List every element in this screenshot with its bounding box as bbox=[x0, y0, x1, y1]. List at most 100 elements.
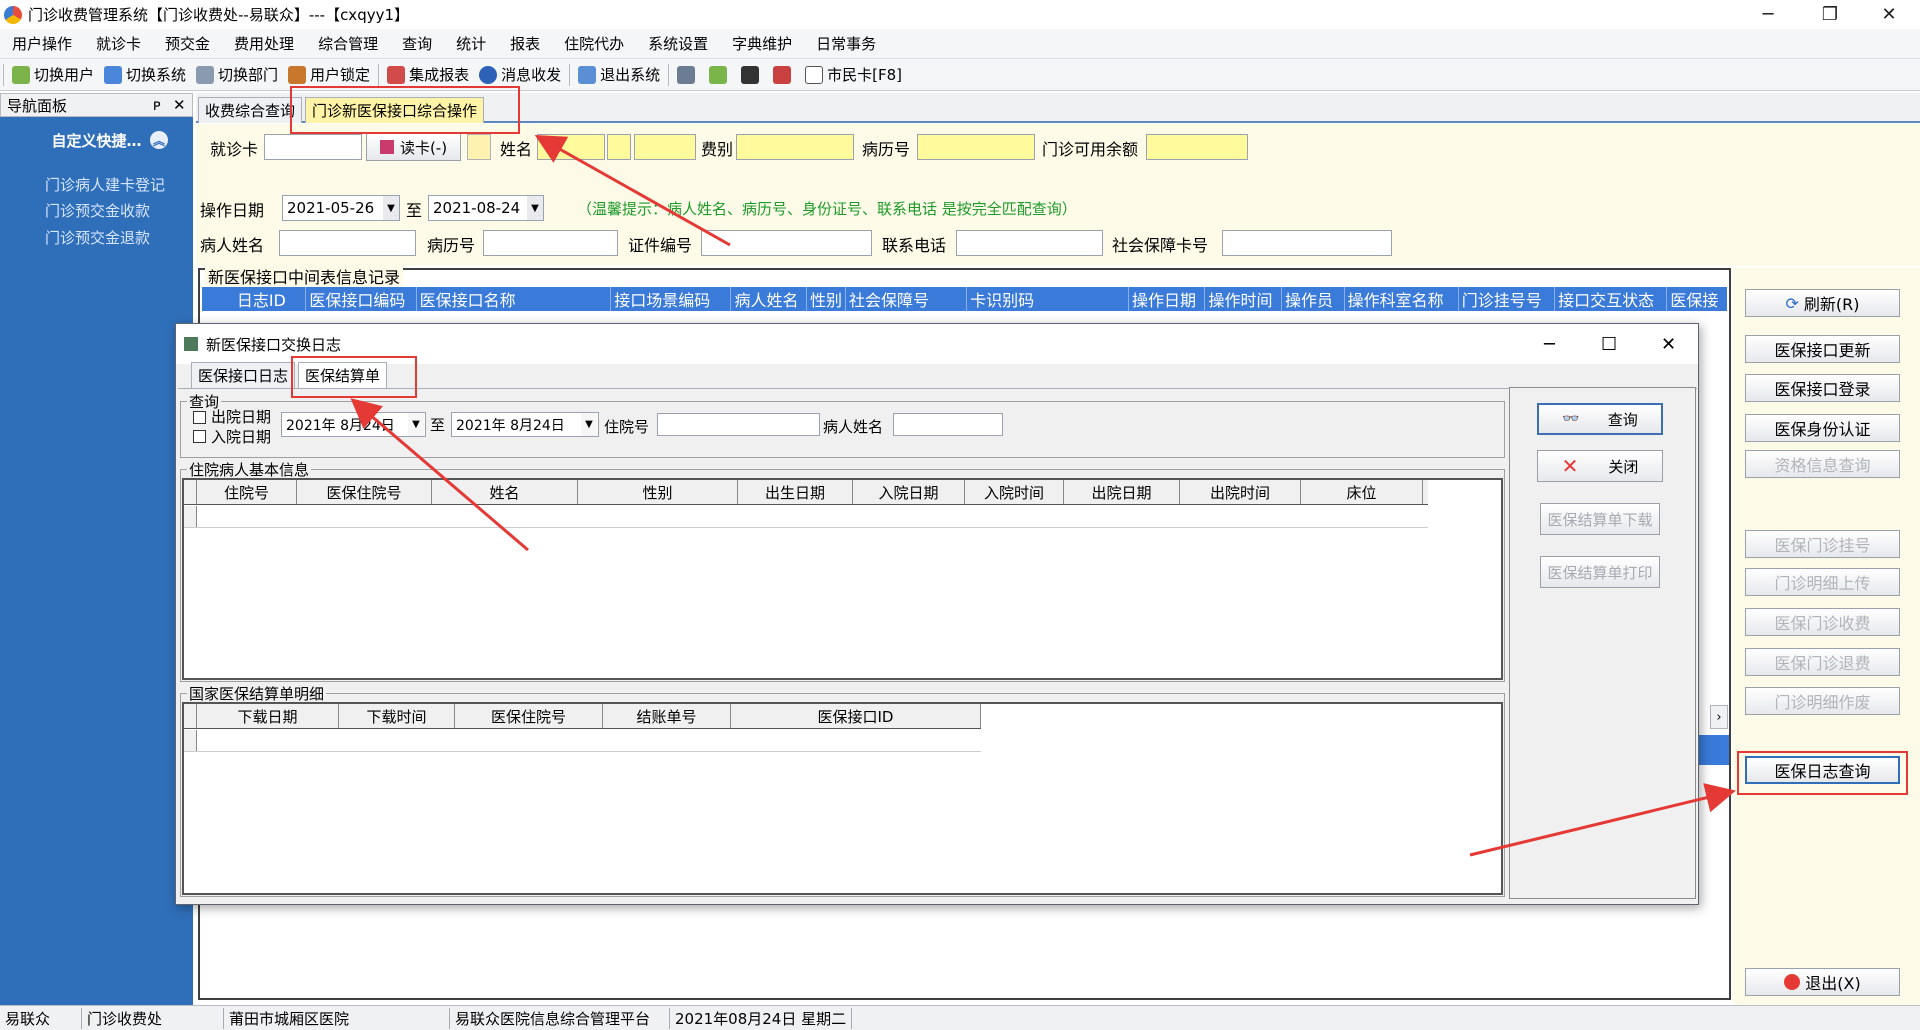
outpatient-register-button[interactable]: 医保门诊挂号 bbox=[1745, 530, 1900, 558]
menu-user-ops[interactable]: 用户操作 bbox=[0, 33, 84, 54]
nav-close-icon[interactable]: ✕ bbox=[173, 96, 186, 114]
outpatient-charge-button[interactable]: 医保门诊收费 bbox=[1745, 608, 1900, 636]
detail-empty-row[interactable] bbox=[184, 730, 981, 752]
switch-dept-button[interactable]: 切换部门 bbox=[191, 64, 283, 85]
basic-col-birth-date[interactable]: 出生日期 bbox=[738, 480, 853, 504]
discharge-date-checkbox[interactable] bbox=[193, 411, 206, 424]
settlement-print-button[interactable]: 医保结算单打印 bbox=[1540, 556, 1660, 588]
grid-col-reg-no[interactable]: 门诊挂号号 bbox=[1459, 287, 1556, 311]
date-to-dropdown-icon[interactable]: ▼ bbox=[527, 196, 543, 220]
exit-button[interactable]: 退出(X) bbox=[1745, 968, 1900, 996]
grid-col-interface-code[interactable]: 医保接口编码 bbox=[306, 287, 417, 311]
basic-col-inpatient-no[interactable]: 住院号 bbox=[197, 480, 297, 504]
grid-col-op-time[interactable]: 操作时间 bbox=[1205, 287, 1282, 311]
basic-col-admit-date[interactable]: 入院日期 bbox=[853, 480, 965, 504]
dialog-minimize-button[interactable]: ─ bbox=[1544, 334, 1555, 355]
detail-col-download-date[interactable]: 下载日期 bbox=[197, 704, 339, 728]
detail-col-bill-no[interactable]: 结账单号 bbox=[603, 704, 731, 728]
dialog-query-button[interactable]: 👓 查询 bbox=[1537, 403, 1663, 435]
grid-col-operator[interactable]: 操作员 bbox=[1282, 287, 1345, 311]
detail-col-interface-id[interactable]: 医保接口ID bbox=[731, 704, 981, 728]
id-no-input[interactable] bbox=[701, 230, 872, 256]
dialog-date-from-picker[interactable]: 2021年 8月24日 bbox=[281, 412, 426, 437]
citizen-card-button[interactable]: 市民卡[F8] bbox=[800, 64, 907, 85]
tab-fee-query[interactable]: 收费综合查询 bbox=[198, 97, 303, 123]
grid-col-patient-name[interactable]: 病人姓名 bbox=[731, 287, 807, 311]
pin-icon[interactable]: ᴘ bbox=[153, 96, 161, 114]
collapse-icon[interactable]: ︽ bbox=[150, 131, 168, 149]
nav-item-deposit-receive[interactable]: 门诊预交金收款 bbox=[45, 200, 150, 221]
menu-report[interactable]: 报表 bbox=[498, 33, 552, 54]
minimize-button[interactable]: ─ bbox=[1737, 0, 1799, 29]
menu-general[interactable]: 综合管理 bbox=[306, 33, 390, 54]
basic-col-admit-time[interactable]: 入院时间 bbox=[965, 480, 1064, 504]
close-window-button[interactable]: ✕ bbox=[1858, 0, 1920, 29]
grid-col-card-id[interactable]: 卡识别码 bbox=[967, 287, 1129, 311]
date-from-dropdown-icon[interactable]: ▼ bbox=[383, 196, 399, 220]
balance-input[interactable] bbox=[1146, 134, 1248, 160]
menu-deposit[interactable]: 预交金 bbox=[153, 33, 222, 54]
gender-input[interactable] bbox=[607, 134, 631, 160]
switch-system-button[interactable]: 切换系统 bbox=[99, 64, 191, 85]
insurance-login-button[interactable]: 医保接口登录 bbox=[1745, 374, 1900, 402]
ss-card-input[interactable] bbox=[1222, 230, 1392, 256]
inpatient-no-input[interactable] bbox=[657, 413, 820, 436]
age-input[interactable] bbox=[634, 134, 696, 160]
identity-auth-button[interactable]: 医保身份认证 bbox=[1745, 414, 1900, 442]
detail-upload-button[interactable]: 门诊明细上传 bbox=[1745, 568, 1900, 596]
menu-dictionary[interactable]: 字典维护 bbox=[720, 33, 804, 54]
fee-type-input[interactable] bbox=[736, 134, 854, 160]
grid-col-gender[interactable]: 性别 bbox=[807, 287, 846, 311]
lock-user-button[interactable]: 用户锁定 bbox=[283, 64, 375, 85]
grid-col-interface-name[interactable]: 医保接口名称 bbox=[417, 287, 612, 311]
patient-name-input[interactable] bbox=[279, 230, 416, 256]
nav-item-card-register[interactable]: 门诊病人建卡登记 bbox=[45, 174, 165, 195]
integrated-report-button[interactable]: 集成报表 bbox=[382, 64, 474, 85]
dialog-tab-interface-log[interactable]: 医保接口日志 bbox=[191, 362, 296, 388]
switch-user-button[interactable]: 切换用户 bbox=[7, 64, 99, 85]
qualification-query-button[interactable]: 资格信息查询 bbox=[1745, 450, 1900, 478]
basic-info-empty-row[interactable] bbox=[184, 506, 1428, 528]
tool-button-3[interactable] bbox=[736, 65, 768, 84]
admit-date-checkbox[interactable] bbox=[193, 430, 206, 443]
menu-daily[interactable]: 日常事务 bbox=[804, 33, 888, 54]
nav-section-custom-shortcuts[interactable]: 自定义快捷… ︽ bbox=[0, 125, 193, 155]
dialog-date-from-dropdown-icon[interactable]: ▼ bbox=[408, 413, 424, 436]
detail-void-button[interactable]: 门诊明细作废 bbox=[1745, 687, 1900, 715]
phone-input[interactable] bbox=[956, 230, 1103, 256]
grid-col-dept-name[interactable]: 操作科室名称 bbox=[1345, 287, 1459, 311]
menu-fee[interactable]: 费用处理 bbox=[222, 33, 306, 54]
record-no-input[interactable] bbox=[917, 134, 1035, 160]
settlement-download-button[interactable]: 医保结算单下载 bbox=[1540, 503, 1660, 535]
menu-card[interactable]: 就诊卡 bbox=[84, 33, 153, 54]
basic-col-name[interactable]: 姓名 bbox=[432, 480, 578, 504]
grid-scroll-right-icon[interactable]: › bbox=[1710, 705, 1728, 729]
name-input[interactable] bbox=[537, 134, 605, 160]
outpatient-refund-button[interactable]: 医保门诊退费 bbox=[1745, 648, 1900, 676]
dialog-date-to-picker[interactable]: 2021年 8月24日 bbox=[451, 412, 599, 437]
edit-tool-button[interactable] bbox=[672, 65, 704, 84]
insurance-update-button[interactable]: 医保接口更新 bbox=[1745, 335, 1900, 363]
menu-stats[interactable]: 统计 bbox=[444, 33, 498, 54]
restore-button[interactable]: ❐ bbox=[1799, 0, 1861, 29]
read-card-button[interactable]: 读卡(-) bbox=[366, 133, 461, 161]
dialog-date-to-dropdown-icon[interactable]: ▼ bbox=[581, 413, 597, 436]
card-input[interactable] bbox=[264, 134, 362, 160]
exit-system-button[interactable]: 退出系统 bbox=[573, 64, 665, 85]
dialog-close-button[interactable]: ✕ bbox=[1661, 334, 1676, 355]
grid-col-log-id[interactable]: 日志ID bbox=[234, 287, 307, 311]
detail-col-insurance-inpatient-no[interactable]: 医保住院号 bbox=[455, 704, 603, 728]
grid-col-ss-no[interactable]: 社会保障号 bbox=[846, 287, 968, 311]
basic-col-bed[interactable]: 床位 bbox=[1301, 480, 1423, 504]
dialog-patient-name-input[interactable] bbox=[893, 413, 1003, 436]
tool-button-4[interactable] bbox=[768, 65, 800, 84]
refresh-button[interactable]: ⟳ 刷新(R) bbox=[1745, 289, 1900, 317]
grid-col-scene-code[interactable]: 接口场景编码 bbox=[611, 287, 732, 311]
grid-col-insurance[interactable]: 医保接 bbox=[1667, 287, 1727, 311]
basic-col-insurance-inpatient-no[interactable]: 医保住院号 bbox=[297, 480, 432, 504]
tool-button-2[interactable] bbox=[704, 65, 736, 84]
messages-button[interactable]: 消息收发 bbox=[474, 64, 566, 85]
basic-col-discharge-time[interactable]: 出院时间 bbox=[1180, 480, 1301, 504]
nav-item-deposit-refund[interactable]: 门诊预交金退款 bbox=[45, 227, 150, 248]
broom-icon[interactable] bbox=[467, 134, 491, 160]
